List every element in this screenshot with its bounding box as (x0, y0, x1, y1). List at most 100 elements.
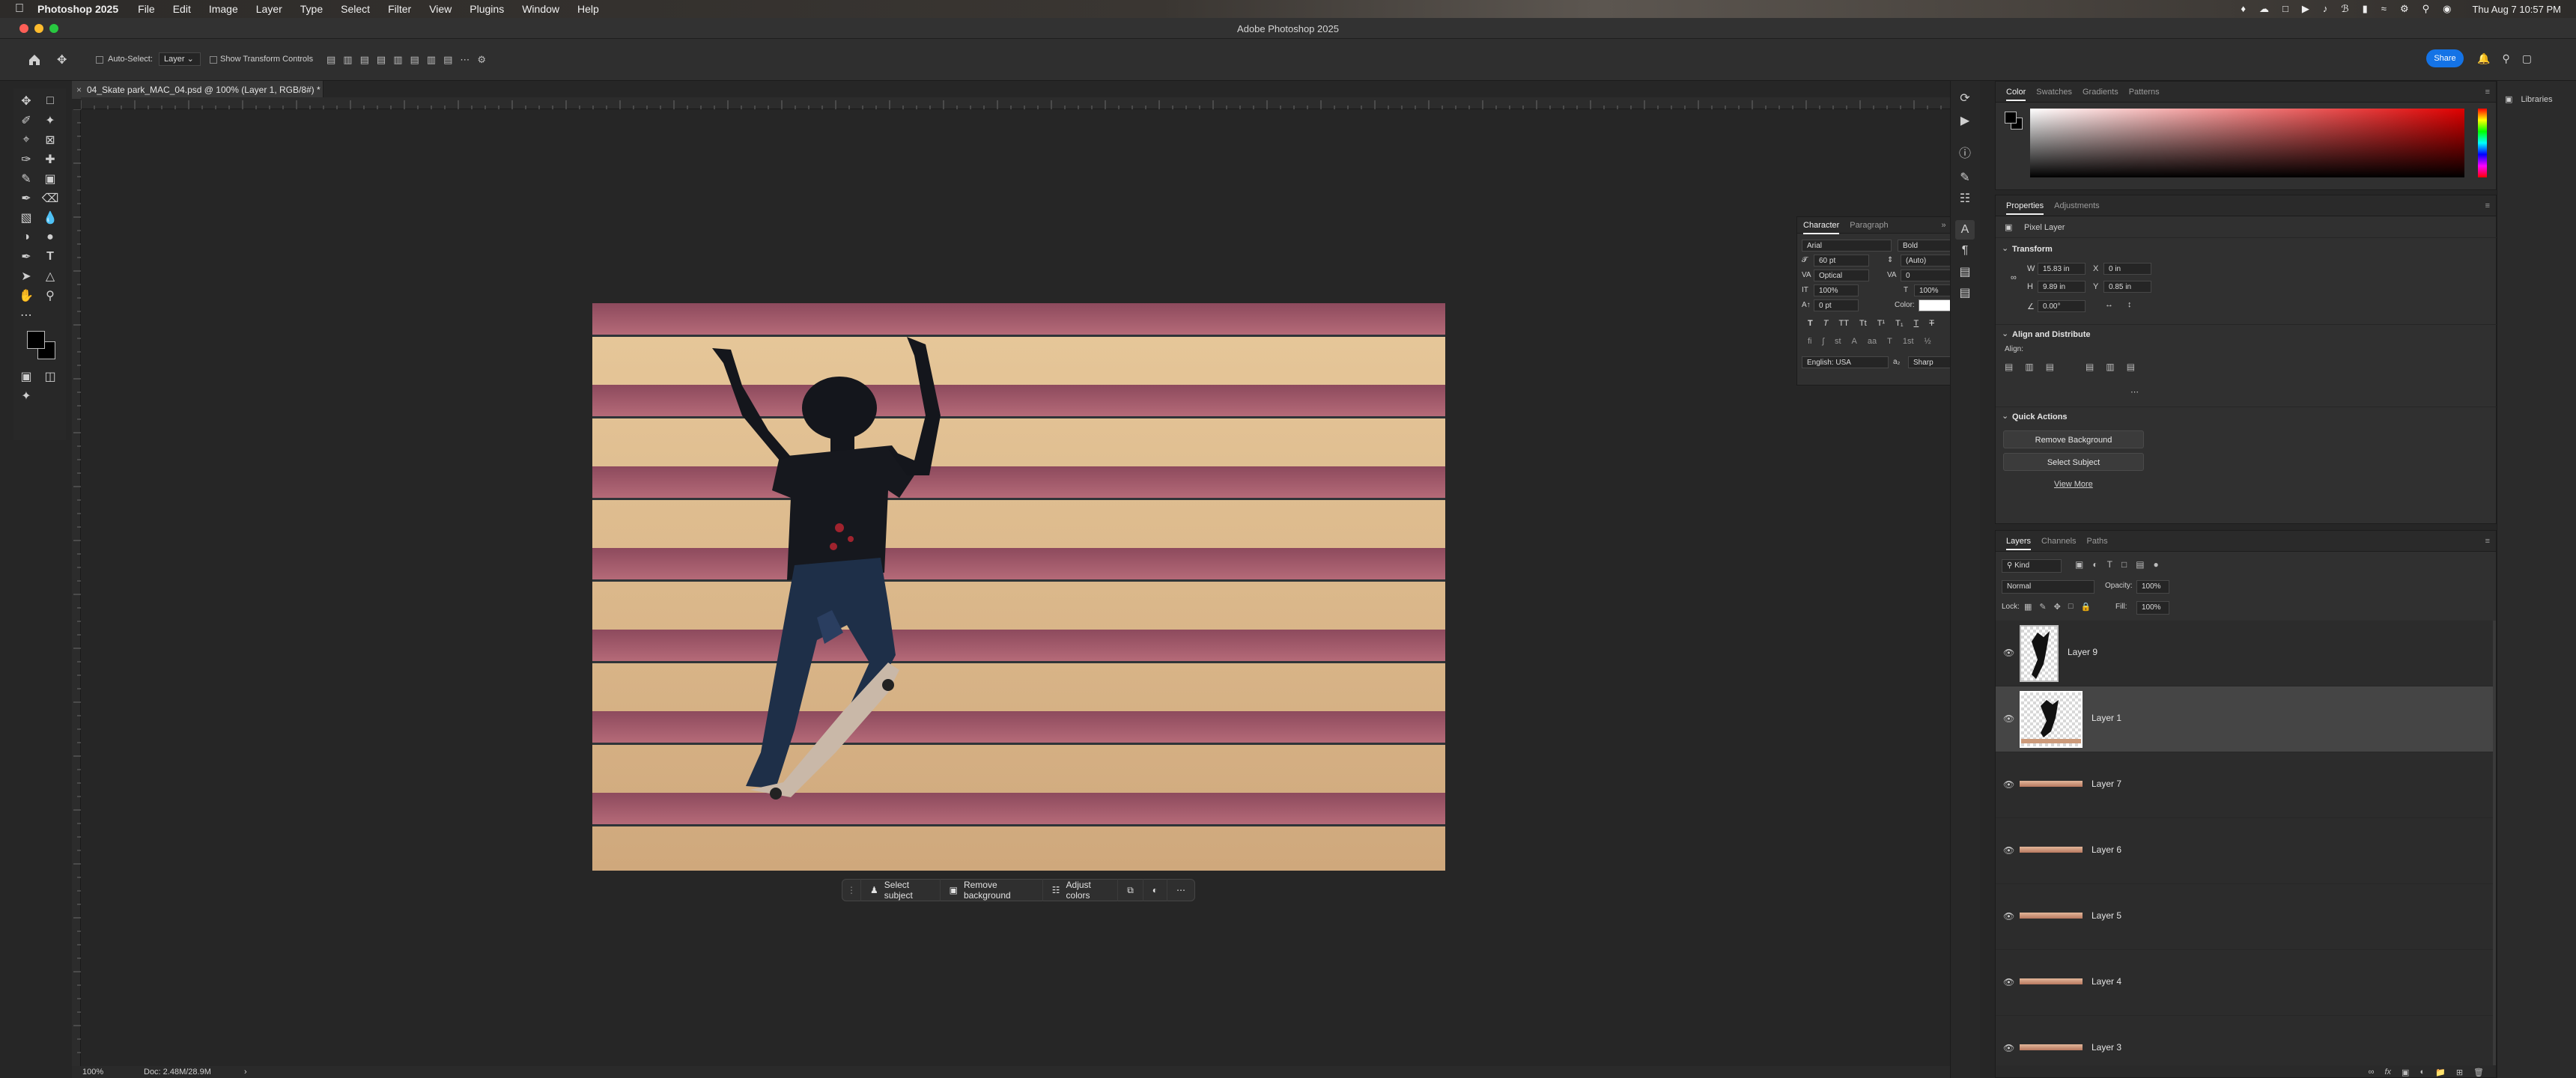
brushes-icon[interactable]: ✎ (1955, 168, 1975, 187)
menu-edit[interactable]: Edit (173, 3, 191, 15)
eyedropper-tool[interactable]: ✑ (16, 150, 36, 169)
menu-image[interactable]: Image (209, 3, 238, 15)
fill-field[interactable]: 100% (2136, 601, 2169, 615)
menu-select[interactable]: Select (341, 3, 370, 15)
kerning-field[interactable]: Optical (1814, 270, 1869, 281)
libraries-tab[interactable]: ▣ Libraries (2505, 94, 2553, 104)
search-icon[interactable]: ⚲ (2422, 3, 2430, 15)
transform-section-title[interactable]: Transform (2012, 245, 2053, 254)
leading-field[interactable]: (Auto) (1901, 255, 1956, 267)
transform-icon[interactable]: ⧉ (1118, 879, 1143, 901)
layer-row-layer-5[interactable]: 👁 Layer 5 (1996, 884, 2493, 950)
align-right-icon[interactable]: ▤ (360, 54, 369, 66)
align-middle-icon[interactable]: ▥ (393, 54, 402, 66)
more-options-icon[interactable]: ⋯ (460, 54, 470, 66)
layers-menu-icon[interactable]: ≡ (2485, 537, 2490, 546)
menu-layer[interactable]: Layer (256, 3, 282, 15)
baseline-field[interactable]: 0 pt (1814, 299, 1859, 311)
distribute-icon[interactable]: ▤ (410, 54, 419, 66)
x-field[interactable]: 0 in (2103, 263, 2151, 275)
remove-background-qa-button[interactable]: Remove Background (2003, 430, 2144, 448)
tab-paragraph[interactable]: Paragraph (1850, 221, 1888, 230)
tab-layers[interactable]: Layers (2006, 537, 2032, 550)
language-field[interactable]: English: USA (1802, 356, 1889, 368)
layer-name[interactable]: Layer 3 (2092, 1042, 2121, 1053)
prop-align-vcenter-icon[interactable]: ▥ (2106, 362, 2114, 372)
fg-swatch-small[interactable] (2005, 112, 2017, 124)
distribute-v-icon[interactable]: ▤ (443, 54, 452, 66)
headphones-icon[interactable]: ♪ (2323, 3, 2328, 15)
tab-channels[interactable]: Channels (2041, 537, 2076, 546)
prop-align-right-icon[interactable]: ▤ (2046, 362, 2054, 372)
vertical-ruler[interactable] (72, 109, 81, 1066)
tab-patterns[interactable]: Patterns (2129, 88, 2160, 97)
layer-name[interactable]: Layer 1 (2092, 713, 2121, 723)
battery-icon[interactable]: ▮ (2363, 3, 2368, 15)
all-caps-icon[interactable]: TT (1838, 319, 1848, 328)
character-panel-icon[interactable]: A (1955, 220, 1975, 240)
subscript-icon[interactable]: T₁ (1895, 319, 1903, 328)
old-style-icon[interactable]: ʃ (1823, 337, 1824, 346)
shape-tool[interactable]: △ (40, 267, 60, 286)
align-section-title[interactable]: Align and Distribute (2012, 330, 2091, 339)
layer-thumbnail[interactable] (2020, 691, 2083, 748)
layer-thumbnail[interactable] (2020, 625, 2059, 682)
status-arrow-icon[interactable]: › (244, 1066, 247, 1078)
prop-align-bottom-icon[interactable]: ▤ (2127, 362, 2135, 372)
move-tool-icon[interactable]: ✥ (57, 52, 67, 67)
document-tab[interactable]: × 04_Skate park_MAC_04.psd @ 100% (Layer… (72, 81, 323, 99)
siri-icon[interactable]: ◉ (2443, 3, 2451, 15)
lock-transparent-icon[interactable]: ▦ (2024, 602, 2032, 612)
glyphs-icon[interactable]: ▤ (1955, 262, 1975, 281)
tracking-field[interactable]: 0 (1901, 270, 1956, 281)
menu-window[interactable]: Window (522, 3, 559, 15)
document-image[interactable] (592, 303, 1445, 871)
layer-row-layer-7[interactable]: 👁 Layer 7 (1996, 752, 2493, 818)
layer-name[interactable]: Layer 7 (2092, 779, 2121, 789)
wifi-icon[interactable]: ≈ (2381, 3, 2387, 15)
quick-mask-icon[interactable]: ▣ (16, 367, 36, 386)
adjust-colors-button[interactable]: ☷ Adjust colors (1043, 879, 1119, 901)
align-top-icon[interactable]: ▤ (377, 54, 386, 66)
tab-gradients[interactable]: Gradients (2083, 88, 2118, 97)
lock-image-icon[interactable]: ✎ (2039, 602, 2046, 612)
properties-menu-icon[interactable]: ≡ (2485, 201, 2490, 210)
layer-name[interactable]: Layer 5 (2092, 910, 2121, 921)
clock[interactable]: Thu Aug 7 10:57 PM (2472, 4, 2561, 15)
align-center-icon[interactable]: ▥ (343, 54, 352, 66)
close-tab-icon[interactable]: × (76, 81, 82, 99)
eraser-tool[interactable]: ⌫ (40, 189, 60, 208)
menu-help[interactable]: Help (577, 3, 599, 15)
vertical-scale-field[interactable]: 100% (1814, 284, 1859, 296)
titling-icon[interactable]: aa (1868, 337, 1877, 346)
layer-row-layer-1[interactable]: 👁 Layer 1 (1996, 686, 2493, 752)
layer-row-layer-9[interactable]: 👁 Layer 9 (1996, 621, 2493, 686)
ordinals-icon[interactable]: T (1887, 337, 1892, 346)
menu-file[interactable]: File (138, 3, 155, 15)
layer-style-icon[interactable]: fx (2384, 1068, 2391, 1077)
remove-background-button[interactable]: ▣ Remove background (941, 879, 1043, 901)
menu-view[interactable]: View (429, 3, 452, 15)
adjustment-layer-icon[interactable]: ◐ (2419, 1068, 2425, 1077)
select-subject-button[interactable]: ♟ Select subject (861, 879, 941, 901)
layer-row-layer-6[interactable]: 👁 Layer 6 (1996, 818, 2493, 884)
blend-mode-dropdown[interactable]: Normal (2002, 580, 2094, 594)
faux-italic-icon[interactable]: T (1823, 319, 1829, 328)
type-tool[interactable]: T (40, 247, 60, 267)
small-caps-icon[interactable]: Tt (1859, 319, 1867, 328)
tab-swatches[interactable]: Swatches (2036, 88, 2072, 97)
auto-select-dropdown[interactable]: Layer ⌄ (159, 52, 201, 66)
layer-thumbnail[interactable] (2020, 954, 2083, 1011)
prop-align-left-icon[interactable]: ▤ (2005, 362, 2013, 372)
brush-tool[interactable]: ✎ (16, 169, 36, 189)
tab-color[interactable]: Color (2006, 88, 2026, 101)
dodge-tool[interactable]: ◑ (16, 228, 36, 247)
history-icon[interactable]: ⟳ (1955, 88, 1975, 108)
distribute-h-icon[interactable]: ▥ (427, 54, 436, 66)
fractions-icon[interactable]: 1st (1903, 337, 1914, 346)
font-style-field[interactable]: Bold (1898, 240, 1956, 252)
tab-paths[interactable]: Paths (2087, 537, 2108, 546)
menu-type[interactable]: Type (300, 3, 323, 15)
horizontal-ruler[interactable] (81, 97, 1950, 109)
search-icon-top[interactable]: ⚲ (2502, 52, 2509, 65)
